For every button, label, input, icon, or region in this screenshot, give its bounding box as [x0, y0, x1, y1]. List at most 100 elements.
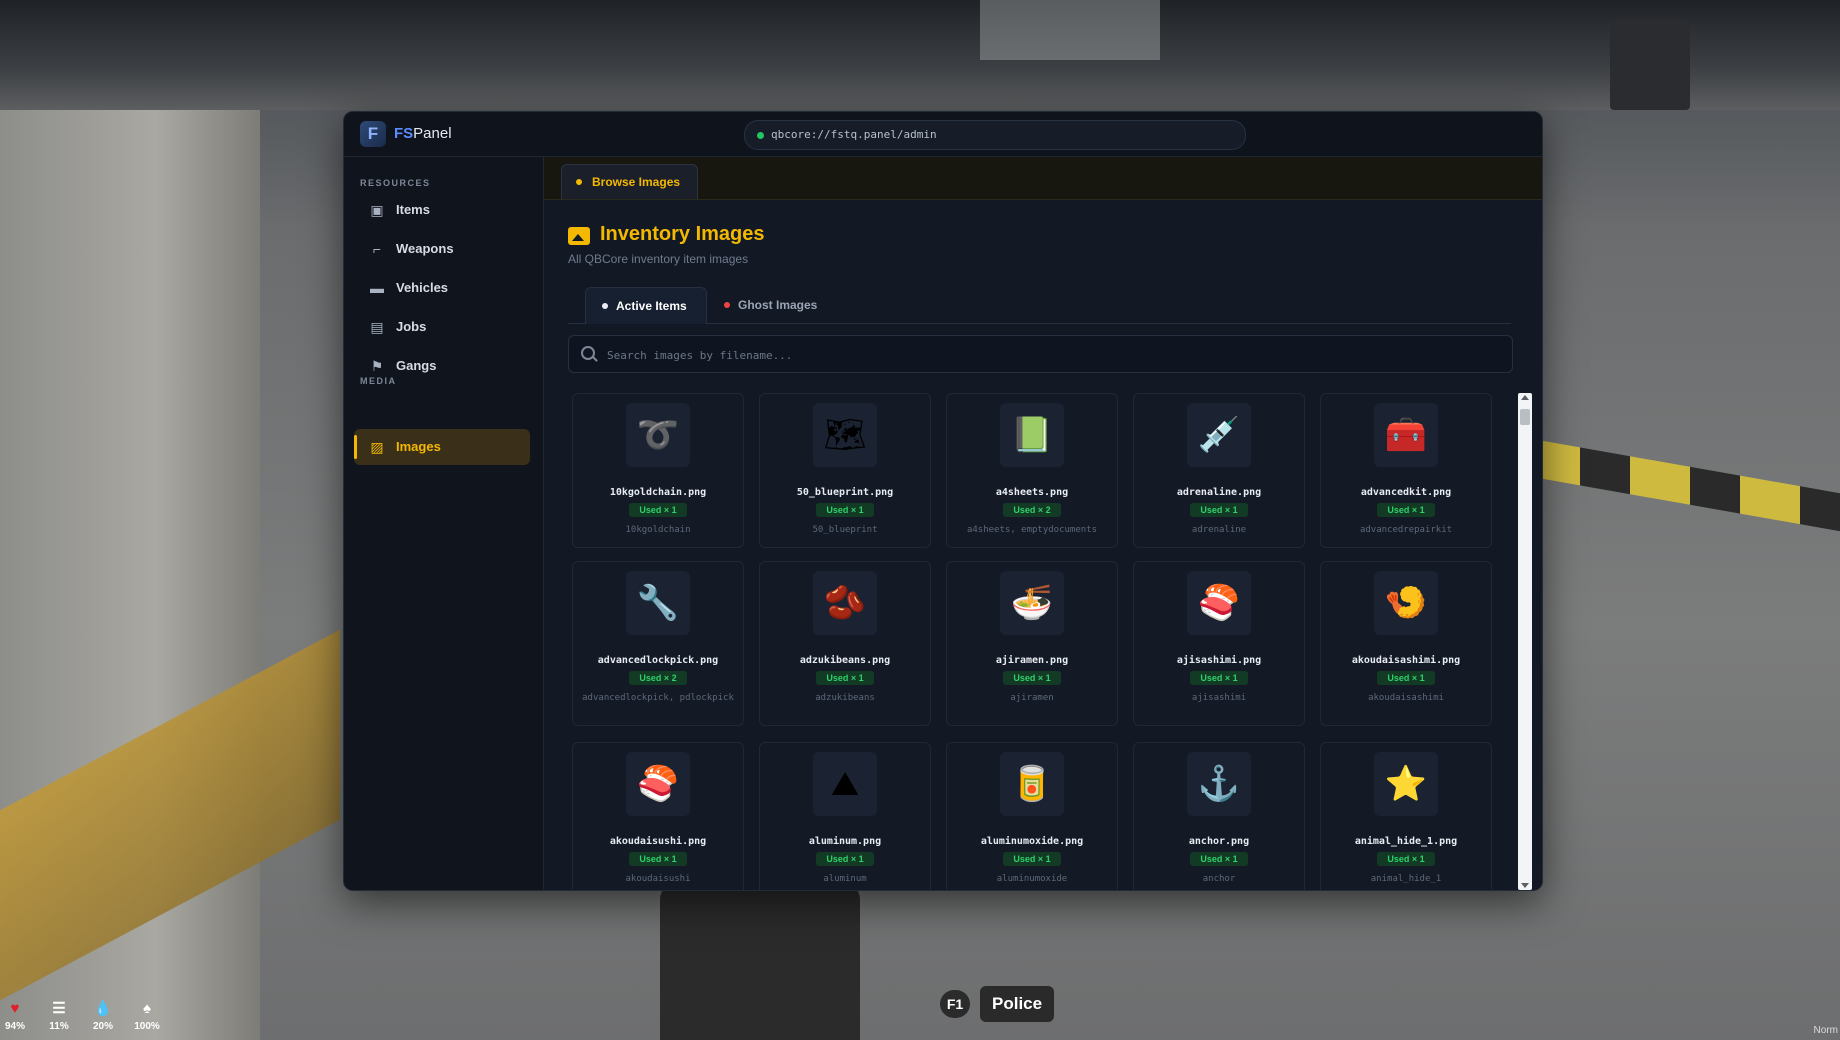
item-thumbnail: ⚓ — [1187, 752, 1251, 816]
image-card[interactable]: ⚓ anchor.png Used × 1 anchor — [1133, 742, 1305, 890]
panel-topbar: F FSPanel qbcore://fstq.panel/admin — [344, 112, 1542, 157]
image-card[interactable]: 🍣 ajisashimi.png Used × 1 ajisashimi — [1133, 561, 1305, 726]
item-names: aluminum — [823, 874, 867, 884]
scroll-down-arrow-icon[interactable] — [1521, 883, 1529, 888]
item-names: 10kgoldchain — [625, 525, 691, 535]
used-count-badge: Used × 2 — [629, 671, 687, 685]
image-filename: 50_blueprint.png — [796, 487, 894, 498]
water-drop-icon: 💧 — [93, 1000, 113, 1017]
sidebar-item-label: Vehicles — [396, 280, 449, 295]
item-names: animal_hide_1 — [1370, 874, 1442, 884]
sidebar-item-vehicles[interactable]: ▬ Vehicles — [354, 270, 530, 306]
item-thumbnail: 🍤 — [1374, 571, 1438, 635]
image-card[interactable]: ⛰ aluminum.png Used × 1 aluminum — [759, 742, 931, 890]
image-card[interactable]: 🍤 akoudaisashimi.png Used × 1 akoudaisashim… — [1320, 561, 1492, 726]
main-content: Browse Images Inventory Images All QBCor… — [544, 157, 1542, 890]
image-filename: akoudaisashimi.png — [1351, 655, 1461, 666]
heart-icon: ♥ — [10, 1000, 20, 1017]
image-card[interactable]: 🧰 advancedkit.png Used × 1 advancedrepairki… — [1320, 393, 1492, 548]
item-thumbnail: 📗 — [1000, 403, 1064, 467]
tab-label: Browse Images — [592, 175, 681, 189]
item-names: akoudaisashimi — [1368, 693, 1444, 703]
search-icon — [581, 346, 595, 360]
car-icon: ▬ — [370, 280, 384, 296]
search-input[interactable] — [605, 344, 1489, 366]
tab-active-items[interactable]: Active Items — [585, 287, 707, 324]
image-card[interactable]: 🍜 ajiramen.png Used × 1 ajiramen — [946, 561, 1118, 726]
image-grid: ➰ 10kgoldchain.png Used × 1 10kgoldchain 🗺 50… — [572, 393, 1512, 890]
url-text: qbcore://fstq.panel/admin — [771, 128, 937, 141]
sidebar-item-label: Items — [396, 202, 430, 217]
sidebar-item-label: Gangs — [396, 358, 437, 373]
image-card[interactable]: 💉 adrenaline.png Used × 1 adrenaline — [1133, 393, 1305, 548]
hud-stat: ♥ 94% — [0, 1000, 30, 1033]
tab-browse-images[interactable]: Browse Images — [561, 164, 698, 199]
sidebar-item-items[interactable]: ▣ Items — [354, 192, 530, 228]
fspanel-window: F FSPanel qbcore://fstq.panel/admin RESO… — [343, 111, 1543, 891]
used-count-badge: Used × 2 — [1003, 503, 1061, 517]
item-thumbnail: 🥫 — [1000, 752, 1064, 816]
sidebar-item-weapons[interactable]: ⌐ Weapons — [354, 231, 530, 267]
brand-name: FSPanel — [394, 125, 452, 142]
burger-icon: ☰ — [52, 1000, 66, 1017]
image-filename: aluminumoxide.png — [980, 836, 1084, 847]
image-icon: ▨ — [370, 439, 384, 455]
item-names: aluminumoxide — [996, 874, 1068, 884]
gun-icon: ⌐ — [372, 241, 382, 257]
item-thumbnail: ⭐ — [1374, 752, 1438, 816]
item-names: adrenaline — [1191, 525, 1247, 535]
sidebar-item-label: Weapons — [396, 241, 454, 256]
item-names: a4sheets, emptydocuments — [966, 525, 1098, 535]
game-scene-hazard-stripe — [1520, 436, 1840, 532]
item-thumbnail: 🍣 — [626, 752, 690, 816]
scroll-up-arrow-icon[interactable] — [1521, 395, 1529, 400]
image-card[interactable]: 🥫 aluminumoxide.png Used × 1 aluminumoxide — [946, 742, 1118, 890]
item-names: akoudaisushi — [625, 874, 691, 884]
image-filename: akoudaisushi.png — [609, 836, 707, 847]
sidebar-item-label: Images — [396, 439, 441, 454]
image-card[interactable]: ➰ 10kgoldchain.png Used × 1 10kgoldchain — [572, 393, 744, 548]
tab-dot — [576, 179, 582, 185]
tab-ghost-images[interactable]: Ghost Images — [708, 287, 828, 323]
scroll-thumb[interactable] — [1520, 409, 1530, 425]
image-card[interactable]: 📗 a4sheets.png Used × 2 a4sheets, emptydocu… — [946, 393, 1118, 548]
briefcase-icon: ▤ — [370, 319, 384, 335]
used-count-badge: Used × 1 — [816, 671, 874, 685]
used-count-badge: Used × 1 — [1377, 671, 1435, 685]
hud-stat: 💧 20% — [88, 1000, 118, 1033]
tab-label: Ghost Images — [738, 298, 818, 312]
item-thumbnail: 🫘 — [813, 571, 877, 635]
hud-value: 11% — [49, 1021, 69, 1032]
image-card[interactable]: 🔧 advancedlockpick.png Used × 2 advancedloc… — [572, 561, 744, 726]
page-subtitle: All QBCore inventory item images — [568, 252, 749, 266]
sidebar-item-jobs[interactable]: ▤ Jobs — [354, 309, 530, 345]
lungs-icon: ♠ — [143, 1000, 151, 1017]
image-filename: ajisashimi.png — [1176, 655, 1262, 666]
used-count-badge: Used × 1 — [629, 503, 687, 517]
grid-scrollbar[interactable] — [1518, 393, 1532, 890]
item-names: ajisashimi — [1191, 693, 1247, 703]
hud-stat: ☰ 11% — [44, 1000, 74, 1033]
image-filename: animal_hide_1.png — [1354, 836, 1458, 847]
image-filename: a4sheets.png — [995, 487, 1069, 498]
job-name: Police — [980, 986, 1055, 1022]
image-card[interactable]: 🍣 akoudaisushi.png Used × 1 akoudaisushi — [572, 742, 744, 890]
used-count-badge: Used × 1 — [816, 852, 874, 866]
image-card[interactable]: 🗺 50_blueprint.png Used × 1 50_blueprint — [759, 393, 931, 548]
image-tabs: Active Items Ghost Images — [568, 285, 1511, 324]
corner-text: Norm — [1813, 1025, 1838, 1036]
item-thumbnail: 🗺 — [813, 403, 877, 467]
image-filename: adrenaline.png — [1176, 487, 1262, 498]
image-card[interactable]: 🫘 adzukibeans.png Used × 1 adzukibeans — [759, 561, 931, 726]
sidebar-item-images[interactable]: ▨ Images — [354, 429, 530, 465]
item-thumbnail: 🍣 — [1187, 571, 1251, 635]
image-card[interactable]: ⭐ animal_hide_1.png Used × 1 animal_hide_1 — [1320, 742, 1492, 890]
image-filename: advancedkit.png — [1360, 487, 1452, 498]
used-count-badge: Used × 1 — [1377, 852, 1435, 866]
item-names: ajiramen — [1010, 693, 1054, 703]
item-thumbnail: ➰ — [626, 403, 690, 467]
image-filename: ajiramen.png — [995, 655, 1069, 666]
used-count-badge: Used × 1 — [1190, 671, 1248, 685]
item-thumbnail: 🍜 — [1000, 571, 1064, 635]
url-bar[interactable]: qbcore://fstq.panel/admin — [744, 120, 1246, 150]
